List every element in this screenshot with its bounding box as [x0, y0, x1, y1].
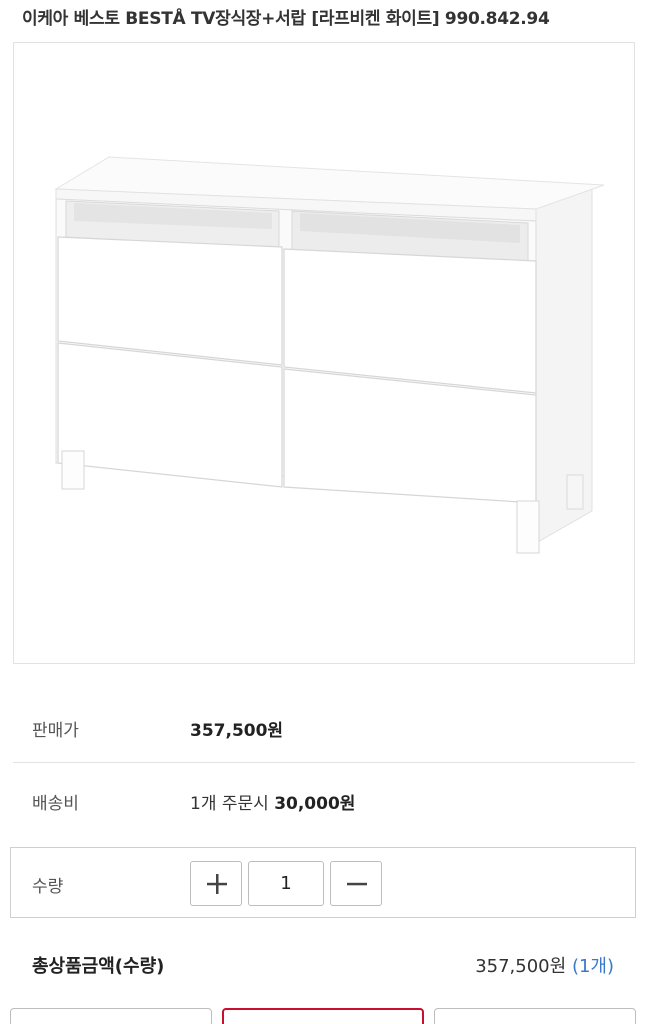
decrease-quantity-button[interactable]	[330, 861, 382, 906]
total-count: (1개)	[571, 956, 614, 977]
price-value: 357,500원	[190, 721, 284, 741]
shipping-label: 배송비	[32, 794, 79, 814]
total-amount: 357,500원 (1개)	[475, 952, 614, 978]
shipping-info: 1개 주문시 30,000원	[190, 789, 355, 814]
quantity-label: 수량	[32, 877, 64, 897]
product-image[interactable]	[13, 42, 635, 664]
divider	[13, 762, 635, 763]
action-button-center[interactable]	[222, 1008, 424, 1024]
price-label: 판매가	[32, 721, 79, 741]
action-button-right[interactable]	[434, 1008, 636, 1024]
total-label: 총상품금액(수량)	[32, 956, 165, 977]
increase-quantity-button[interactable]	[190, 861, 242, 906]
shipping-fee: 30,000원	[274, 794, 356, 814]
action-button-left[interactable]	[10, 1008, 212, 1024]
shipping-prefix: 1개 주문시	[190, 794, 269, 814]
tv-cabinet-illustration	[54, 156, 605, 554]
total-price: 357,500원	[475, 956, 567, 977]
minus-icon	[347, 882, 367, 886]
product-title: 이케아 베스토 BESTÅ TV장식장+서랍 [라프비켄 화이트] 990.84…	[22, 9, 550, 29]
quantity-input[interactable]: 1	[248, 861, 324, 906]
plus-icon	[207, 874, 227, 894]
